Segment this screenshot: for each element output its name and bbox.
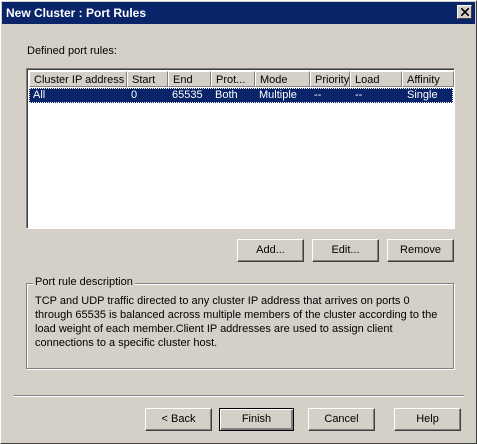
- add-button[interactable]: Add...: [237, 239, 304, 262]
- window-title: New Cluster : Port Rules: [6, 6, 147, 20]
- cell-priority: --: [314, 89, 322, 101]
- cell-load: --: [355, 89, 363, 101]
- column-header-cluster-ip[interactable]: Cluster IP address: [29, 71, 127, 87]
- cell-start: 0: [131, 89, 138, 101]
- cell-protocol: Both: [215, 89, 238, 101]
- dialog-window: New Cluster : Port Rules Defined port ru…: [0, 0, 477, 444]
- column-header-protocol[interactable]: Prot...: [211, 71, 255, 87]
- port-rule-description-text: TCP and UDP traffic directed to any clus…: [35, 295, 438, 349]
- cell-affinity: Single: [407, 89, 438, 101]
- cell-mode: Multiple: [259, 89, 297, 101]
- cell-cluster-ip: All: [33, 89, 46, 101]
- list-header: Cluster IP address Start End Prot... Mod…: [29, 71, 454, 87]
- column-header-end[interactable]: End: [168, 71, 211, 87]
- close-icon: [461, 8, 469, 16]
- help-button[interactable]: Help: [394, 408, 461, 431]
- cell-end: 65535: [172, 89, 203, 101]
- finish-button[interactable]: Finish: [219, 408, 294, 431]
- column-header-affinity[interactable]: Affinity: [402, 71, 454, 87]
- cancel-button[interactable]: Cancel: [308, 408, 375, 431]
- column-header-start[interactable]: Start: [127, 71, 168, 87]
- column-header-priority[interactable]: Priority: [310, 71, 350, 87]
- list-item[interactable]: All 0 65535 Both Multiple -- -- Single: [29, 88, 453, 103]
- close-button[interactable]: [457, 5, 472, 19]
- back-button[interactable]: < Back: [145, 408, 212, 431]
- port-rule-description-title: Port rule description: [33, 276, 135, 288]
- title-bar: New Cluster : Port Rules: [2, 2, 475, 24]
- port-rules-list[interactable]: Cluster IP address Start End Prot... Mod…: [26, 68, 455, 229]
- defined-port-rules-label: Defined port rules:: [27, 45, 117, 57]
- column-header-mode[interactable]: Mode: [255, 71, 310, 87]
- remove-button[interactable]: Remove: [387, 239, 454, 262]
- edit-button[interactable]: Edit...: [312, 239, 379, 262]
- separator: [14, 395, 464, 397]
- column-header-load[interactable]: Load: [350, 71, 402, 87]
